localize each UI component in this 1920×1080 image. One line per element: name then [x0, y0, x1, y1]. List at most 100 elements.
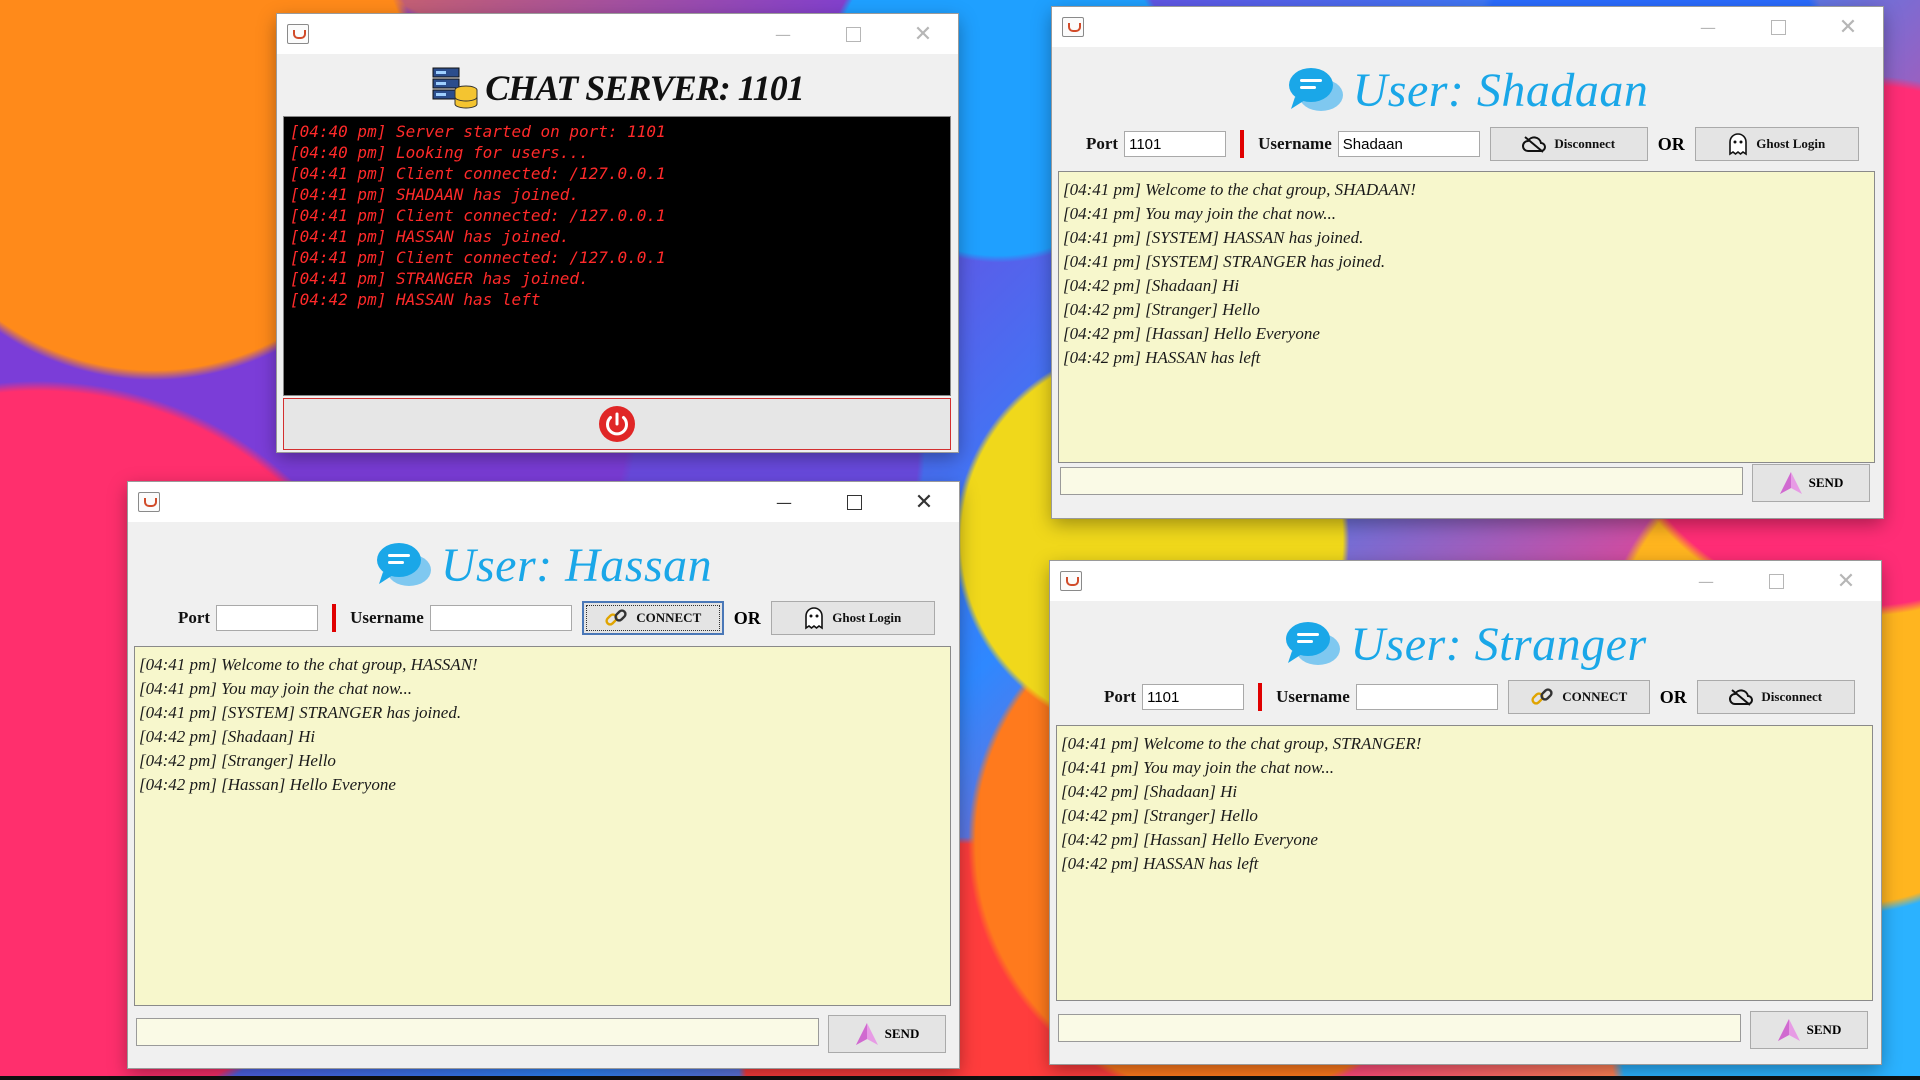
link-icon: [1531, 688, 1553, 705]
ghost-login-label: Ghost Login: [832, 610, 902, 625]
ghost-login-button[interactable]: Ghost Login: [770, 601, 935, 635]
connect-button[interactable]: CONNECT: [581, 601, 724, 635]
user-header: User: Stranger: [1050, 609, 1881, 679]
user-title: User: Stranger: [1350, 617, 1647, 671]
shadaan-window: — ✕ User: Shadaan Port 1101 Username Sha…: [1052, 7, 1883, 518]
chat-message: [04:42 pm] [Shadaan] Hi: [1061, 782, 1238, 801]
separator: [1240, 130, 1245, 158]
minimize-button[interactable]: —: [748, 14, 818, 54]
send-label: SEND: [1806, 1022, 1842, 1037]
message-input[interactable]: [1060, 467, 1743, 495]
message-input[interactable]: [136, 1018, 819, 1046]
maximize-button[interactable]: [818, 14, 888, 54]
server-database-icon: [432, 67, 478, 109]
chat-message: [04:42 pm] [Shadaan] Hi: [1063, 276, 1240, 295]
chat-message: [04:42 pm] [Hassan] Hello Everyone: [139, 775, 396, 794]
port-label: Port: [178, 608, 211, 627]
console-line: [04:41 pm] Client connected: /127.0.0.1: [290, 164, 666, 183]
chat-message: [04:41 pm] You may join the chat now...: [139, 679, 412, 698]
server-console[interactable]: [04:40 pm] Server started on port: 1101 …: [283, 116, 951, 396]
disconnect-label: Disconnect: [1761, 689, 1823, 704]
send-button[interactable]: SEND: [1752, 464, 1870, 502]
user-header: User: Hassan: [128, 530, 959, 600]
hassan-window: — ✕ User: Hassan Port Username CONNECT O…: [128, 482, 959, 1068]
connect-label: CONNECT: [1562, 689, 1628, 704]
disconnect-button[interactable]: Disconnect: [1696, 680, 1855, 714]
java-app-icon: [1060, 571, 1082, 591]
hassan-titlebar[interactable]: — ✕: [128, 482, 959, 522]
port-input[interactable]: [216, 605, 319, 631]
ghost-login-button[interactable]: Ghost Login: [1694, 127, 1859, 161]
maximize-button[interactable]: [1743, 7, 1813, 47]
maximize-button[interactable]: [1741, 561, 1811, 601]
cloud-off-icon: [1729, 689, 1754, 706]
java-app-icon: [138, 492, 160, 512]
chat-message: [04:42 pm] [Stranger] Hello: [139, 751, 336, 770]
close-button[interactable]: ✕: [1813, 7, 1883, 47]
port-label: Port: [1104, 687, 1137, 706]
shadaan-titlebar[interactable]: — ✕: [1052, 7, 1883, 47]
minimize-button[interactable]: —: [1671, 561, 1741, 601]
minimize-button[interactable]: —: [749, 482, 819, 522]
send-button[interactable]: SEND: [828, 1015, 946, 1053]
port-input[interactable]: 1101: [1142, 684, 1245, 710]
maximize-button[interactable]: [819, 482, 889, 522]
ghost-login-label: Ghost Login: [1756, 136, 1826, 151]
send-label: SEND: [884, 1026, 920, 1041]
disconnect-button[interactable]: Disconnect: [1489, 127, 1648, 161]
chat-message: [04:42 pm] HASSAN has left: [1063, 348, 1261, 367]
connect-label: CONNECT: [636, 610, 702, 625]
close-button[interactable]: ✕: [1811, 561, 1881, 601]
user-title: User: Hassan: [440, 538, 713, 592]
username-input[interactable]: Shadaan: [1337, 131, 1480, 157]
chat-message: [04:41 pm] Welcome to the chat group, HA…: [139, 655, 478, 674]
console-line: [04:42 pm] HASSAN has left: [290, 290, 541, 309]
minimize-button[interactable]: —: [1673, 7, 1743, 47]
console-line: [04:41 pm] SHADAAN has joined.: [290, 185, 579, 204]
chat-message: [04:42 pm] [Hassan] Hello Everyone: [1061, 830, 1318, 849]
chat-bubble-icon: [1288, 68, 1343, 111]
or-label: OR: [1659, 686, 1687, 707]
username-label: Username: [1276, 687, 1350, 706]
user-header: User: Shadaan: [1052, 55, 1883, 125]
port-label: Port: [1086, 134, 1119, 153]
message-input[interactable]: [1058, 1014, 1741, 1042]
username-label: Username: [350, 608, 424, 627]
server-titlebar[interactable]: — ✕: [277, 14, 958, 54]
chat-message: [04:42 pm] [Stranger] Hello: [1061, 806, 1258, 825]
power-button[interactable]: [283, 398, 951, 450]
chat-message: [04:41 pm] You may join the chat now...: [1061, 758, 1334, 777]
port-input[interactable]: 1101: [1124, 131, 1227, 157]
close-button[interactable]: ✕: [888, 14, 958, 54]
chat-message: [04:41 pm] Welcome to the chat group, ST…: [1061, 734, 1422, 753]
send-icon: [1779, 472, 1802, 494]
console-line: [04:41 pm] STRANGER has joined.: [290, 269, 589, 288]
chat-message: [04:41 pm] You may join the chat now...: [1063, 204, 1336, 223]
connect-button[interactable]: CONNECT: [1507, 680, 1650, 714]
chat-log[interactable]: [04:41 pm] Welcome to the chat group, HA…: [134, 646, 951, 1006]
chat-bubble-icon: [1286, 622, 1341, 665]
chat-message: [04:41 pm] [SYSTEM] STRANGER has joined.: [1063, 252, 1386, 271]
username-label: Username: [1258, 134, 1332, 153]
send-button[interactable]: SEND: [1750, 1011, 1868, 1049]
chat-message: [04:42 pm] HASSAN has left: [1061, 854, 1259, 873]
username-input[interactable]: [429, 605, 572, 631]
chat-message: [04:42 pm] [Shadaan] Hi: [139, 727, 316, 746]
chat-message: [04:41 pm] Welcome to the chat group, SH…: [1063, 180, 1416, 199]
separator: [1258, 683, 1263, 711]
chat-message: [04:42 pm] [Stranger] Hello: [1063, 300, 1260, 319]
chat-message: [04:42 pm] [Hassan] Hello Everyone: [1063, 324, 1320, 343]
stranger-titlebar[interactable]: — ✕: [1050, 561, 1881, 601]
close-button[interactable]: ✕: [889, 482, 959, 522]
send-icon: [855, 1023, 878, 1045]
chat-message: [04:41 pm] [SYSTEM] HASSAN has joined.: [1063, 228, 1364, 247]
chat-log[interactable]: [04:41 pm] Welcome to the chat group, SH…: [1058, 171, 1875, 463]
send-icon: [1777, 1019, 1800, 1041]
power-icon: [599, 406, 635, 442]
username-input[interactable]: [1355, 684, 1498, 710]
console-line: [04:41 pm] Client connected: /127.0.0.1: [290, 248, 666, 267]
server-header: CHAT SERVER: 1101: [277, 60, 958, 116]
cloud-off-icon: [1522, 136, 1547, 153]
chat-log[interactable]: [04:41 pm] Welcome to the chat group, ST…: [1056, 725, 1873, 1001]
console-line: [04:41 pm] Client connected: /127.0.0.1: [290, 206, 666, 225]
